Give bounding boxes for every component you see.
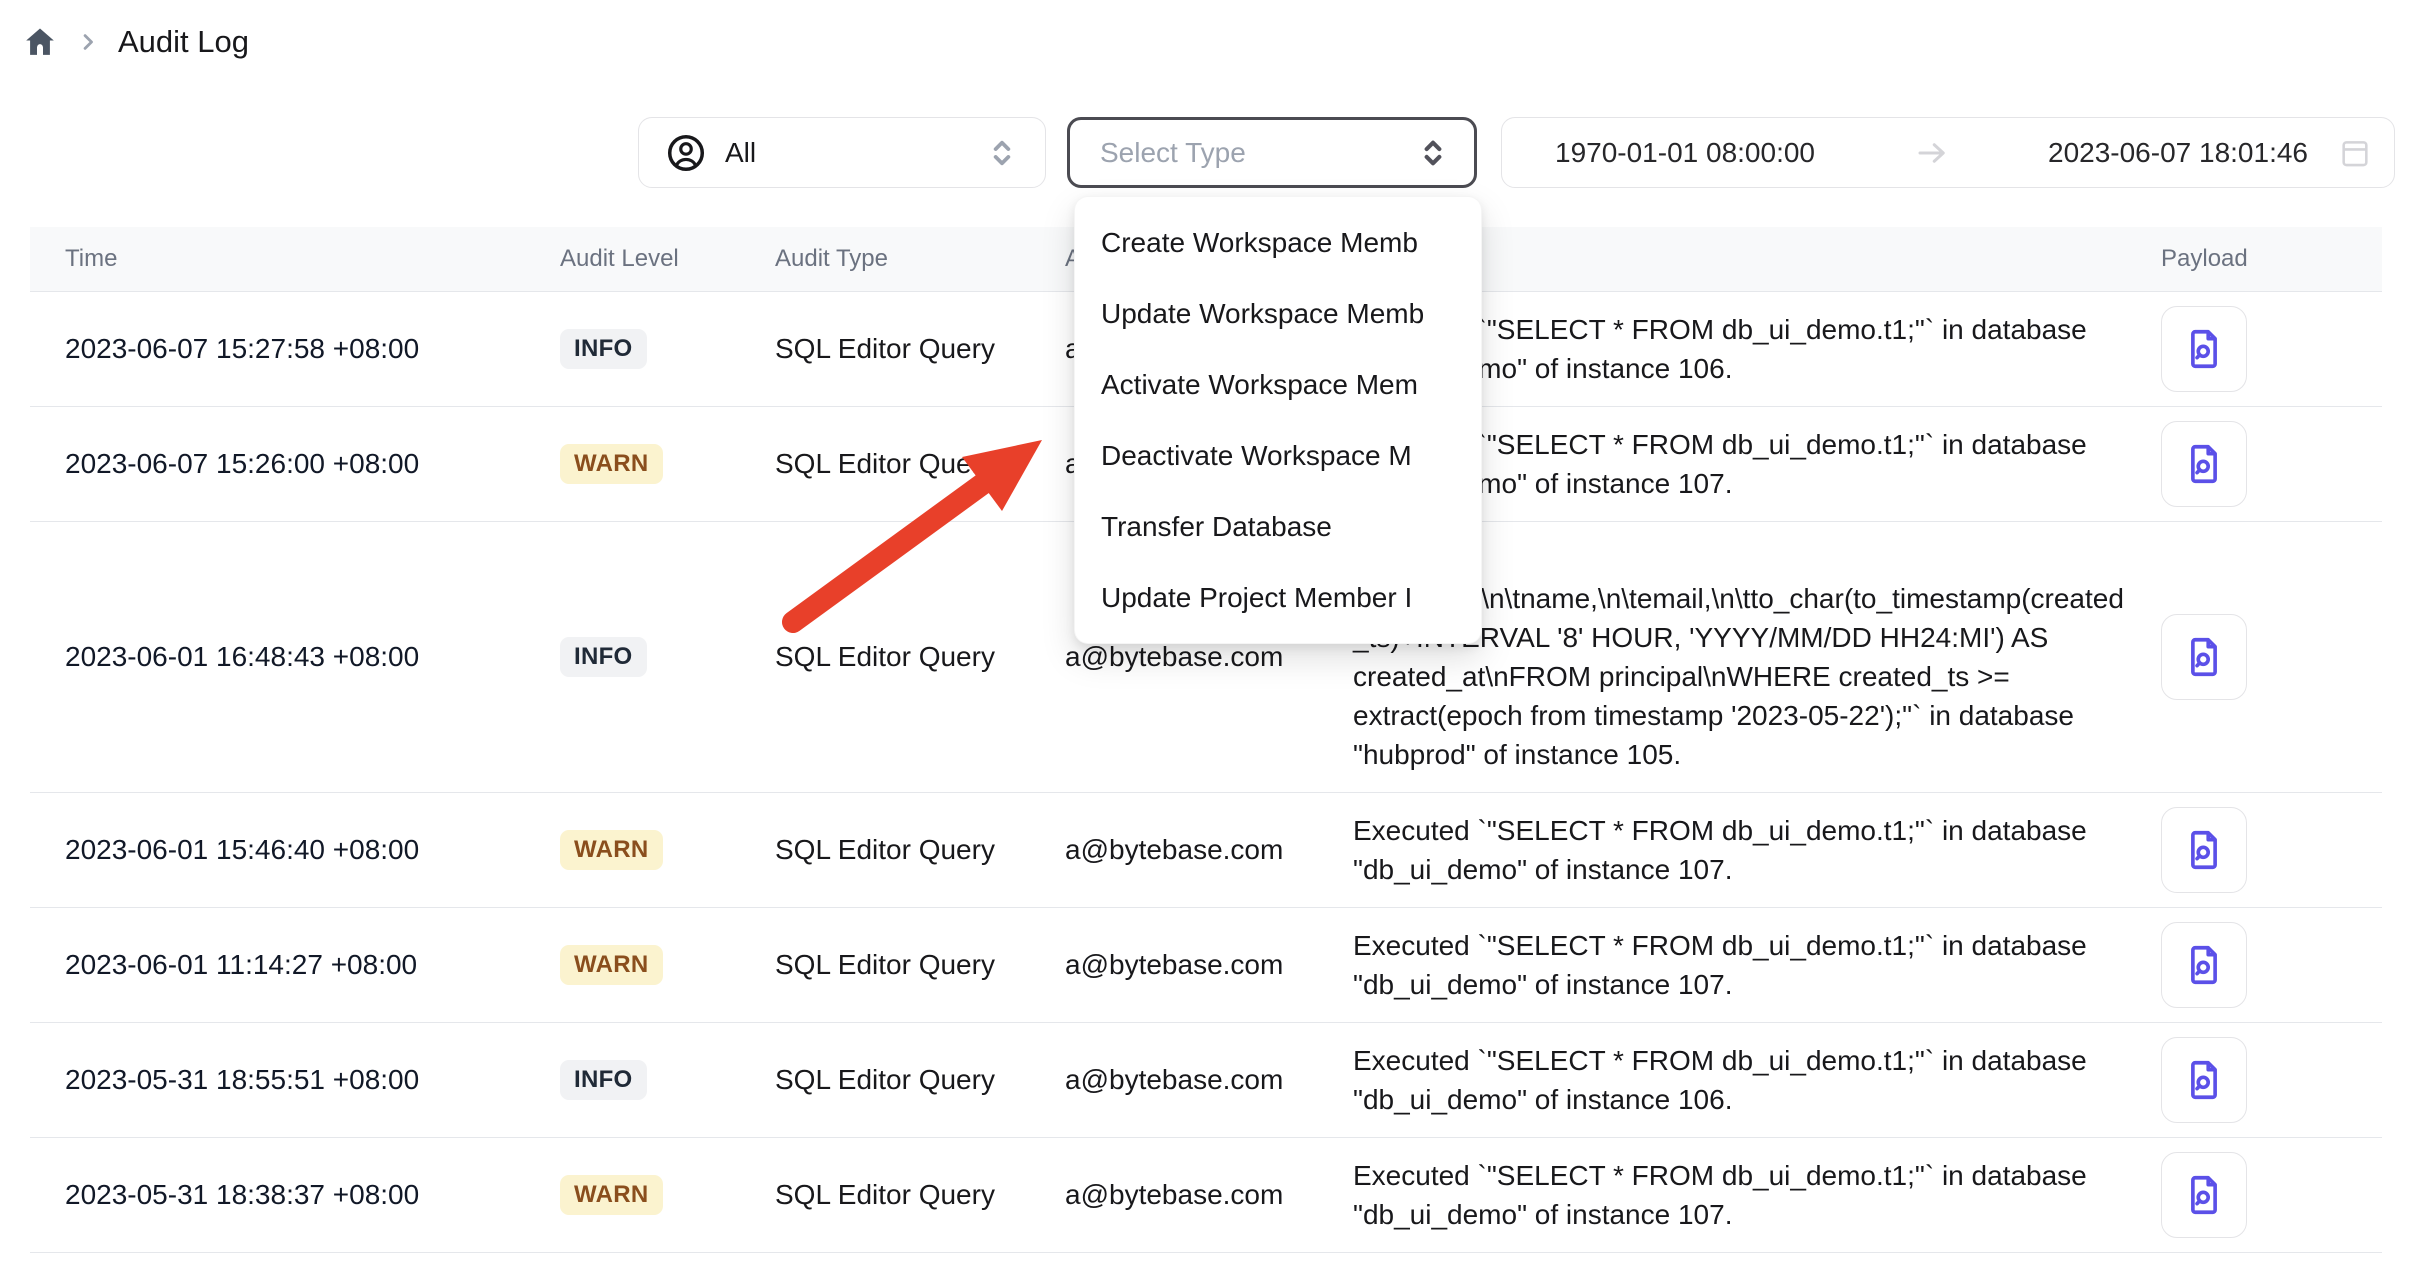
cell-actor: a@bytebase.com <box>1035 1064 1323 1096</box>
cell-actor: a@bytebase.com <box>1035 1179 1323 1211</box>
table-row <box>30 1253 2382 1268</box>
cell-audit-level: INFO <box>530 329 745 369</box>
date-range-picker[interactable]: 1970-01-01 08:00:00 2023-06-07 18:01:46 <box>1501 117 2395 188</box>
document-search-icon <box>2181 1057 2227 1103</box>
payload-view-button[interactable] <box>2161 306 2247 392</box>
table-row: 2023-06-01 15:46:40 +08:00 WARN SQL Edit… <box>30 793 2382 908</box>
table-row: 2023-05-31 18:38:37 +08:00 WARN SQL Edit… <box>30 1138 2382 1253</box>
cell-time: 2023-06-07 15:26:00 +08:00 <box>30 448 530 480</box>
document-search-icon <box>2181 326 2227 372</box>
cell-actor: a@bytebase.com <box>1035 641 1323 673</box>
cell-audit-level: WARN <box>530 444 745 484</box>
breadcrumb-chevron-icon <box>74 28 102 56</box>
column-header-audit-type: Audit Type <box>745 245 1035 273</box>
type-menu-item[interactable]: Update Project Member I <box>1075 562 1481 633</box>
cell-comment: Executed `"SELECT * FROM db_ui_demo.t1;"… <box>1323 1023 2131 1137</box>
cell-audit-level: WARN <box>530 1175 745 1215</box>
payload-view-button[interactable] <box>2161 614 2247 700</box>
payload-view-button[interactable] <box>2161 1152 2247 1238</box>
document-search-icon <box>2181 634 2227 680</box>
actor-filter-value: All <box>725 137 965 169</box>
cell-actor: a@bytebase.com <box>1035 834 1323 866</box>
cell-audit-type: SQL Editor Query <box>745 448 1035 480</box>
document-search-icon <box>2181 942 2227 988</box>
cell-audit-level: INFO <box>530 1060 745 1100</box>
cell-time: 2023-06-01 16:48:43 +08:00 <box>30 641 530 673</box>
type-filter-placeholder: Select Type <box>1100 137 1414 169</box>
cell-payload <box>2131 922 2382 1008</box>
cell-audit-type: SQL Editor Query <box>745 1179 1035 1211</box>
cell-payload <box>2131 614 2382 700</box>
type-menu-item[interactable]: Deactivate Workspace M <box>1075 420 1481 491</box>
cell-audit-type: SQL Editor Query <box>745 1064 1035 1096</box>
document-search-icon <box>2181 827 2227 873</box>
cell-payload <box>2131 1037 2382 1123</box>
cell-comment: Executed `"SELECT * FROM db_ui_demo.t1;"… <box>1323 908 2131 1022</box>
page-title: Audit Log <box>118 24 249 60</box>
audit-level-badge: INFO <box>560 637 647 677</box>
cell-actor: a@bytebase.com <box>1035 949 1323 981</box>
audit-log-page: Audit Log All Select Type 1970-01-01 08:… <box>0 0 2410 1268</box>
cell-audit-level: WARN <box>530 945 745 985</box>
table-row: 2023-06-01 11:14:27 +08:00 WARN SQL Edit… <box>30 908 2382 1023</box>
cell-time: 2023-05-31 18:38:37 +08:00 <box>30 1179 530 1211</box>
column-header-payload: Payload <box>2131 245 2382 273</box>
cell-comment: Executed `"SELECT * FROM db_ui_demo.t1;"… <box>1323 793 2131 907</box>
type-menu-item[interactable]: Activate Workspace Mem <box>1075 349 1481 420</box>
user-circle-icon <box>665 132 707 174</box>
column-header-time: Time <box>30 245 530 273</box>
calendar-icon <box>2338 136 2372 170</box>
audit-level-badge: INFO <box>560 329 647 369</box>
cell-audit-type: SQL Editor Query <box>745 834 1035 866</box>
home-icon[interactable] <box>22 24 58 60</box>
cell-audit-type: SQL Editor Query <box>745 641 1035 673</box>
payload-view-button[interactable] <box>2161 807 2247 893</box>
arrow-right-icon <box>1914 135 1950 171</box>
audit-level-badge: WARN <box>560 444 663 484</box>
type-menu-item[interactable]: Transfer Database <box>1075 491 1481 562</box>
document-search-icon <box>2181 1172 2227 1218</box>
cell-time: 2023-06-01 11:14:27 +08:00 <box>30 949 530 981</box>
type-menu-item[interactable]: Update Workspace Memb <box>1075 278 1481 349</box>
type-filter-select[interactable]: Select Type <box>1067 117 1477 188</box>
date-range-start: 1970-01-01 08:00:00 <box>1555 137 1815 169</box>
payload-view-button[interactable] <box>2161 421 2247 507</box>
cell-time: 2023-06-01 15:46:40 +08:00 <box>30 834 530 866</box>
cell-payload <box>2131 1152 2382 1238</box>
type-menu-item[interactable]: Create Workspace Memb <box>1075 207 1481 278</box>
audit-level-badge: INFO <box>560 1060 647 1100</box>
cell-comment: Executed `"SELECT * FROM db_ui_demo.t1;"… <box>1323 1138 2131 1252</box>
cell-audit-type: SQL Editor Query <box>745 949 1035 981</box>
payload-view-button[interactable] <box>2161 1037 2247 1123</box>
audit-level-badge: WARN <box>560 945 663 985</box>
date-range-end: 2023-06-07 18:01:46 <box>2048 137 2308 169</box>
cell-audit-level: INFO <box>530 637 745 677</box>
chevron-updown-icon <box>983 134 1021 172</box>
table-row: 2023-05-31 18:55:51 +08:00 INFO SQL Edit… <box>30 1023 2382 1138</box>
payload-view-button[interactable] <box>2161 922 2247 1008</box>
cell-time: 2023-05-31 18:55:51 +08:00 <box>30 1064 530 1096</box>
actor-filter-select[interactable]: All <box>638 117 1046 188</box>
type-filter-dropdown-menu: Create Workspace MembUpdate Workspace Me… <box>1074 196 1482 644</box>
cell-time: 2023-06-07 15:27:58 +08:00 <box>30 333 530 365</box>
breadcrumb: Audit Log <box>22 24 249 60</box>
document-search-icon <box>2181 441 2227 487</box>
column-header-audit-level: Audit Level <box>530 245 745 273</box>
cell-payload <box>2131 306 2382 392</box>
audit-level-badge: WARN <box>560 830 663 870</box>
cell-payload <box>2131 421 2382 507</box>
chevron-updown-icon <box>1414 134 1452 172</box>
cell-audit-level: WARN <box>530 830 745 870</box>
cell-audit-type: SQL Editor Query <box>745 333 1035 365</box>
audit-level-badge: WARN <box>560 1175 663 1215</box>
cell-payload <box>2131 807 2382 893</box>
